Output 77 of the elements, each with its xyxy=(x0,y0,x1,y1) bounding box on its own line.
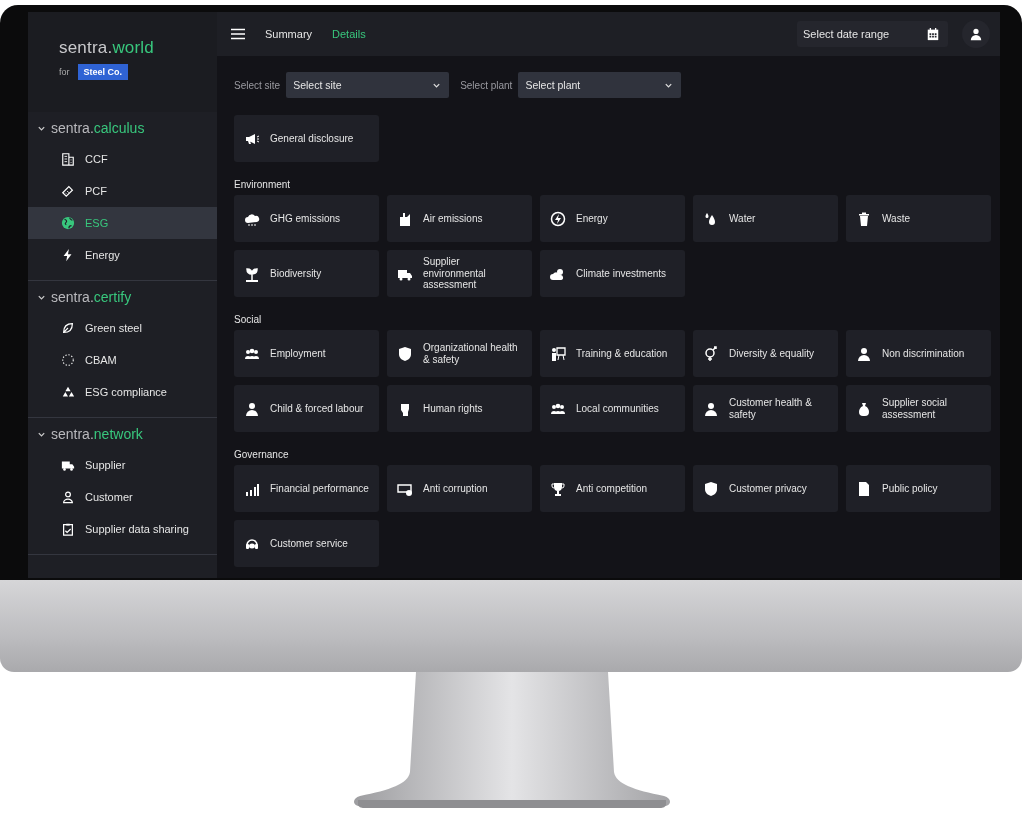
category-card[interactable]: Diversity & equality xyxy=(693,330,838,377)
calendar-icon xyxy=(926,27,940,41)
shield-icon xyxy=(397,345,413,362)
avatar-button[interactable] xyxy=(962,20,990,48)
trash-icon xyxy=(856,210,872,227)
dashed-circle-icon xyxy=(61,353,75,367)
logo-wordmark: sentra.world xyxy=(59,38,155,58)
sidebar-item[interactable]: ESG compliance xyxy=(28,376,217,408)
building-icon xyxy=(61,152,75,166)
company-badge: Steel Co. xyxy=(77,64,129,80)
category-card[interactable]: Anti corruption xyxy=(387,465,532,512)
filter-label: Select site xyxy=(234,79,281,91)
sidebar-item[interactable]: Supplier xyxy=(28,449,217,481)
sidebar-item[interactable]: ESG xyxy=(28,207,217,239)
sidebar-item[interactable]: Green steel xyxy=(28,312,217,344)
presentation-icon xyxy=(550,345,566,362)
user-icon xyxy=(969,27,983,41)
category-card[interactable]: Anti competition xyxy=(540,465,685,512)
person-icon xyxy=(703,400,719,417)
select-dropdown[interactable]: Select site xyxy=(286,72,450,98)
person-icon xyxy=(856,345,872,362)
category-card[interactable]: Customer service xyxy=(234,520,379,567)
tab[interactable]: Summary xyxy=(259,28,319,40)
tab[interactable]: Details xyxy=(326,28,372,40)
person-icon xyxy=(61,490,75,504)
category-card[interactable]: Organizational health & safety xyxy=(387,330,532,377)
section-title: sentra.network xyxy=(51,426,143,442)
category-card[interactable]: Air emissions xyxy=(387,195,532,242)
group-title: Governance xyxy=(234,449,290,460)
category-card[interactable]: Customer privacy xyxy=(693,465,838,512)
person-icon xyxy=(244,400,260,417)
category-card[interactable]: Child & forced labour xyxy=(234,385,379,432)
menu-icon[interactable] xyxy=(231,28,245,40)
group-title: Environment xyxy=(234,179,292,190)
sidebar-item[interactable]: Customer xyxy=(28,481,217,513)
category-card[interactable]: Training & education xyxy=(540,330,685,377)
category-card[interactable]: Local communities xyxy=(540,385,685,432)
sidebar-item[interactable]: CBAM xyxy=(28,344,217,376)
recycle-icon xyxy=(61,385,75,399)
leaf-icon xyxy=(61,321,75,335)
sidebar-item[interactable]: CCF xyxy=(28,143,217,175)
select-dropdown[interactable]: Select plant xyxy=(518,72,682,98)
category-card[interactable]: Customer health & safety xyxy=(693,385,838,432)
gender-icon xyxy=(703,345,719,362)
category-card[interactable]: Climate investments xyxy=(540,250,685,297)
filter-label: Select plant xyxy=(460,79,513,91)
section-title: sentra.certify xyxy=(51,289,132,305)
category-card[interactable]: Non discrimination xyxy=(846,330,991,377)
document-icon xyxy=(856,480,872,497)
lightning-icon xyxy=(550,210,566,227)
factory-icon xyxy=(397,210,413,227)
plant-icon xyxy=(244,265,260,282)
sidebar-item[interactable]: Energy xyxy=(28,239,217,271)
category-card[interactable]: Employment xyxy=(234,330,379,377)
category-card[interactable]: Waste xyxy=(846,195,991,242)
date-range-field[interactable]: Select date range xyxy=(797,21,948,47)
shield-icon xyxy=(703,480,719,497)
category-card[interactable]: Supplier social assessment xyxy=(846,385,991,432)
category-card[interactable]: GHG emissions xyxy=(234,195,379,242)
category-card[interactable]: Supplier environmental assessment xyxy=(387,250,532,297)
category-card[interactable]: Biodiversity xyxy=(234,250,379,297)
globe-icon xyxy=(61,216,75,230)
tag-icon xyxy=(61,184,75,198)
for-label: for xyxy=(59,67,70,77)
category-card[interactable]: Energy xyxy=(540,195,685,242)
sidebar-item[interactable]: PCF xyxy=(28,175,217,207)
section-title: sentra.calculus xyxy=(51,120,145,136)
category-card[interactable]: Water xyxy=(693,195,838,242)
group-title: Social xyxy=(234,314,263,325)
trophy-icon xyxy=(550,480,566,497)
sidebar-item[interactable]: Supplier data sharing xyxy=(28,513,217,545)
category-card[interactable]: General disclosure xyxy=(234,115,379,162)
category-card[interactable]: Financial performance xyxy=(234,465,379,512)
category-card[interactable]: Human rights xyxy=(387,385,532,432)
clipboard-icon xyxy=(61,522,75,536)
category-card[interactable]: Public policy xyxy=(846,465,991,512)
money-bag-icon xyxy=(856,400,872,417)
